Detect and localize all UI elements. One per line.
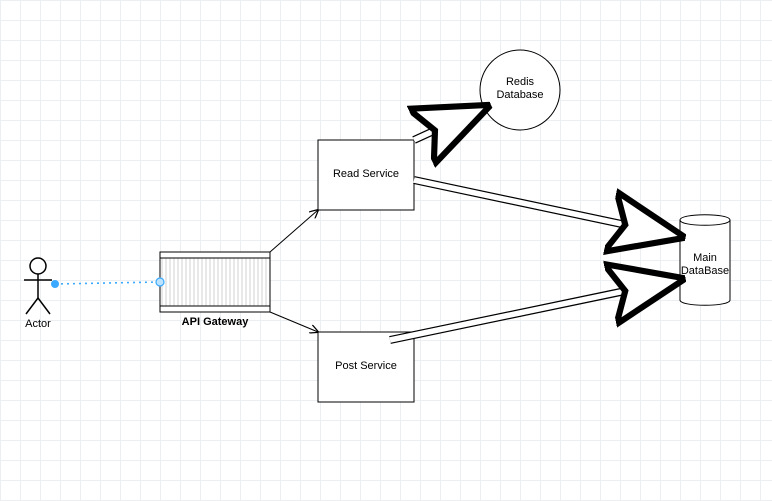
- redis-node[interactable]: [480, 50, 560, 130]
- redis-label: Redis Database: [492, 76, 548, 102]
- redis-label-line1: Redis: [506, 76, 534, 88]
- main-db-label-line1: Main: [693, 252, 717, 264]
- redis-label-line2: Database: [496, 89, 543, 101]
- post-service-node[interactable]: [318, 332, 414, 402]
- api-gateway-node[interactable]: [160, 252, 270, 312]
- main-db-node[interactable]: [680, 215, 730, 306]
- post-service-label: Post Service: [318, 360, 414, 373]
- main-db-label-line2: DataBase: [681, 265, 729, 277]
- post-to-maindb-arrow: [390, 280, 678, 340]
- read-service-node[interactable]: [318, 140, 414, 210]
- actor-to-gateway-connector[interactable]: [51, 278, 164, 288]
- diagram-canvas: Actor API Gateway Read Service Post Serv…: [0, 0, 772, 501]
- gateway-to-post-arrow: [270, 312, 318, 332]
- main-db-label: Main DataBase: [680, 252, 730, 278]
- api-gateway-label: API Gateway: [164, 316, 266, 329]
- actor-node[interactable]: [24, 258, 52, 314]
- read-to-redis-arrow: [414, 108, 484, 140]
- actor-label: Actor: [16, 318, 60, 331]
- read-service-label: Read Service: [318, 168, 414, 181]
- diagram-svg: [0, 0, 772, 501]
- gateway-to-read-arrow: [270, 210, 318, 252]
- read-to-maindb-arrow: [414, 180, 678, 236]
